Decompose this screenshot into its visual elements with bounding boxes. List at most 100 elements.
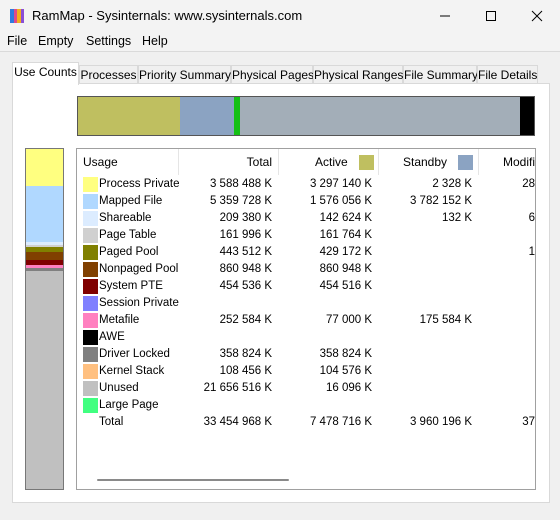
cell-active: 104 576 K [319,365,372,377]
column-header-total[interactable]: Total [179,149,279,175]
cell-standby [379,381,472,396]
cell-modified [479,347,535,362]
vbar-segment-nonpaged-pool [26,252,63,260]
vbar-segment-process-private [26,149,63,186]
cell-usage: System PTE [99,280,163,292]
cell-modified [479,262,535,277]
cell-active: 142 624 K [319,212,372,224]
minimize-button[interactable] [422,0,468,32]
scrollbar-thumb[interactable] [97,479,289,481]
table-row[interactable]: Session Private [77,295,535,312]
cell-usage: Large Page [99,399,159,411]
row-color-swatch [83,177,98,192]
close-button[interactable] [514,0,560,32]
table-row[interactable]: Shareable 209 380 K 142 624 K 132 K 6 [77,210,535,227]
cell-usage: Paged Pool [99,246,159,258]
standby-color-swatch [458,155,473,170]
column-header-active-label: Active [315,155,348,169]
menu-empty[interactable]: Empty [38,34,73,48]
row-color-swatch [83,228,98,243]
cell-active: 3 297 140 K [309,178,372,190]
cell-active [279,398,372,413]
tab-priority-summary[interactable]: Priority Summary [138,65,231,85]
cell-modified [479,381,535,396]
cell-modified [479,330,535,345]
column-header-active[interactable]: Active [279,149,379,175]
table-row[interactable]: Total 33 454 968 K 7 478 716 K 3 960 196 K 3… [77,414,535,431]
tab-file-details[interactable]: File Details [477,65,538,85]
cell-standby: 3 960 196 K [409,416,472,428]
cell-modified: 1 [528,246,535,258]
cell-standby: 3 782 152 K [409,195,472,207]
cell-usage: Session Private [99,297,179,309]
tab-use-counts[interactable]: Use Counts [12,62,79,85]
close-icon [531,10,543,22]
tab-processes[interactable]: Processes [79,65,138,85]
memory-usage-bar [77,96,535,136]
table-row[interactable]: Page Table 161 996 K 161 764 K [77,227,535,244]
cell-standby [379,364,472,379]
cell-active: 16 096 K [325,382,372,394]
cell-standby: 132 K [441,212,472,224]
column-header-standby[interactable]: Standby [379,149,479,175]
cell-usage: Nonpaged Pool [99,263,179,275]
usage-table: Usage Total Active Standby Modifie Proce… [76,148,536,490]
table-row[interactable]: Metafile 252 584 K 77 000 K 175 584 K [77,312,535,329]
cell-standby [379,262,472,277]
table-row[interactable]: Process Private 3 588 488 K 3 297 140 K 2 3… [77,176,535,193]
cell-modified [479,194,535,209]
row-color-swatch [83,211,98,226]
table-row[interactable]: Paged Pool 443 512 K 429 172 K 1 [77,244,535,261]
row-color-swatch [83,194,98,209]
membar-segment-active [78,97,180,135]
table-row[interactable]: Kernel Stack 108 456 K 104 576 K [77,363,535,380]
window-bottom-edge [0,512,560,520]
column-header-modified[interactable]: Modifie [479,149,535,175]
horizontal-scrollbar[interactable] [78,471,534,488]
cell-usage: Kernel Stack [99,365,165,377]
cell-standby [379,347,472,362]
table-row[interactable]: Mapped File 5 359 728 K 1 576 056 K 3 782 1… [77,193,535,210]
maximize-button[interactable] [468,0,514,32]
menu-help[interactable]: Help [142,34,168,48]
cell-total [179,330,272,345]
table-row[interactable]: Nonpaged Pool 860 948 K 860 948 K [77,261,535,278]
cell-active: 429 172 K [319,246,372,258]
cell-active: 161 764 K [319,229,372,241]
cell-total: 209 380 K [219,212,272,224]
cell-modified [479,313,535,328]
cell-standby [379,279,472,294]
title-bar: RamMap - Sysinternals: www.sysinternals.… [0,0,560,32]
cell-total: 252 584 K [219,314,272,326]
cell-modified: 28 [522,178,535,190]
tab-file-summary[interactable]: File Summary [403,65,478,85]
row-color-swatch [83,347,98,362]
menu-settings[interactable]: Settings [86,34,131,48]
cell-usage: Shareable [99,212,152,224]
maximize-icon [486,11,496,21]
cell-total: 161 996 K [219,229,272,241]
cell-total: 33 454 968 K [203,416,272,428]
cell-usage: Mapped File [99,195,163,207]
table-row[interactable]: System PTE 454 536 K 454 516 K [77,278,535,295]
tab-physical-ranges[interactable]: Physical Ranges [313,65,403,85]
cell-usage: Total [99,416,124,428]
tab-physical-pages[interactable]: Physical Pages [231,65,314,85]
table-row[interactable]: AWE [77,329,535,346]
cell-standby: 175 584 K [419,314,472,326]
cell-total: 5 359 728 K [209,195,272,207]
table-row[interactable]: Large Page [77,397,535,414]
cell-usage: Page Table [99,229,157,241]
cell-total: 21 656 516 K [203,382,272,394]
column-header-standby-label: Standby [403,155,448,169]
table-row[interactable]: Unused 21 656 516 K 16 096 K [77,380,535,397]
table-row[interactable]: Driver Locked 358 824 K 358 824 K [77,346,535,363]
menu-file[interactable]: File [7,34,27,48]
minimize-icon [440,15,450,17]
cell-modified: 6 [528,212,535,224]
cell-modified [479,398,535,413]
row-color-swatch [83,245,98,260]
row-color-swatch [83,364,98,379]
cell-active: 7 478 716 K [309,416,372,428]
column-header-usage[interactable]: Usage [77,149,179,175]
